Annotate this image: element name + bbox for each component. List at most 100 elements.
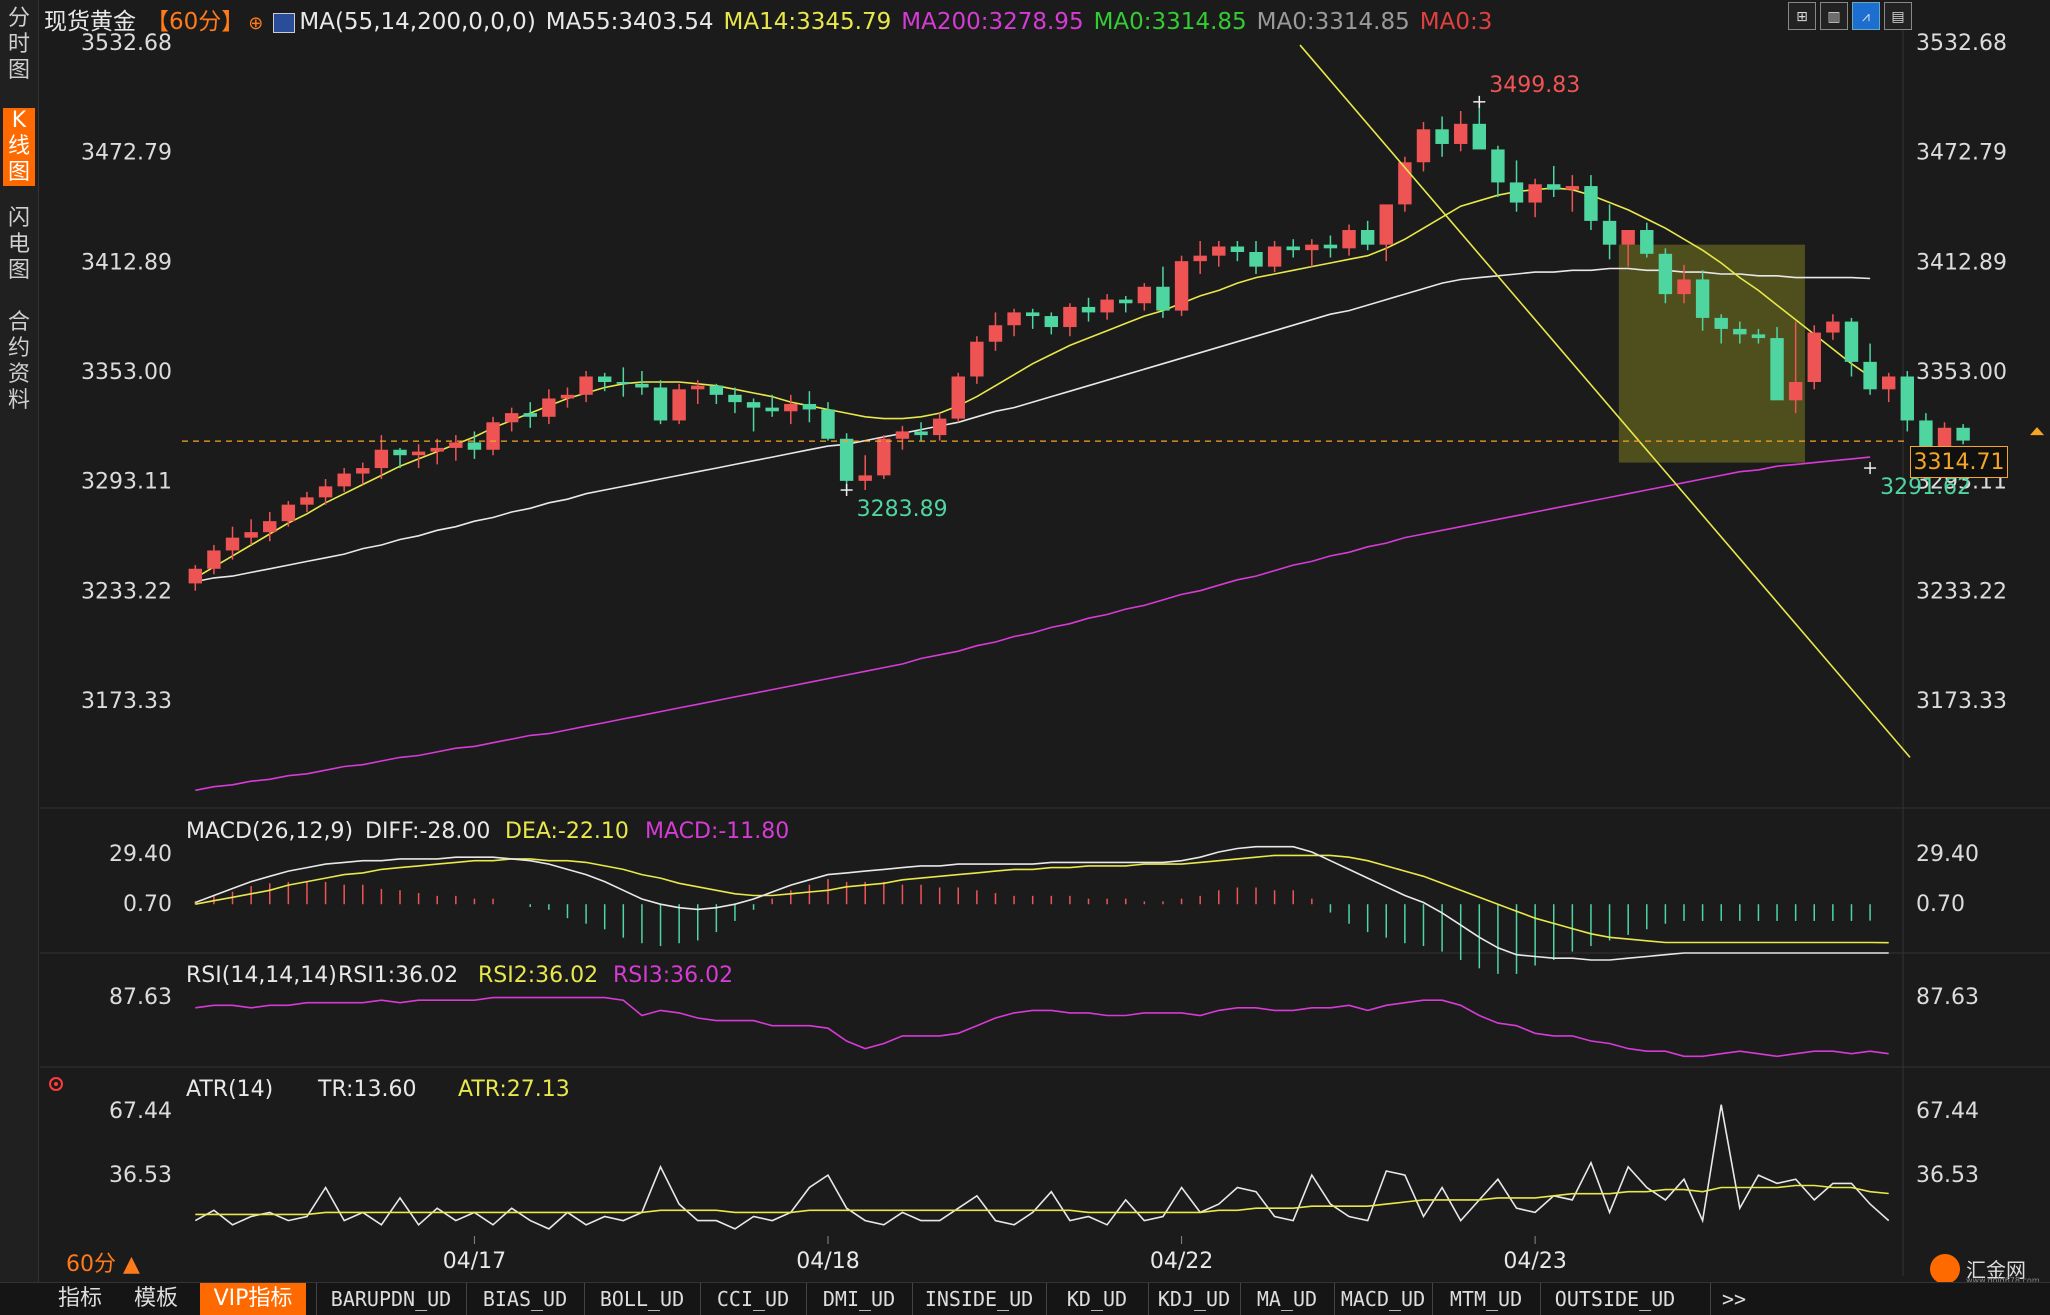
candle-body xyxy=(932,418,947,436)
indicator-tab-inside_ud[interactable]: INSIDE_UD xyxy=(912,1283,1045,1315)
candle-body xyxy=(467,442,482,450)
candle-body xyxy=(1230,246,1245,252)
y-tick-left: 3293.11 xyxy=(81,470,172,495)
indicator-tab-cci_ud[interactable]: CCI_UD xyxy=(700,1283,805,1315)
y-tick-left: 3532.68 xyxy=(81,31,172,56)
indicator-tab-boll_ud[interactable]: BOLL_UD xyxy=(584,1283,699,1315)
candle-body xyxy=(1770,338,1784,401)
candle-body xyxy=(1119,299,1133,304)
candle-body xyxy=(393,449,407,456)
indicator-tab-指标[interactable]: 指标 xyxy=(52,1283,108,1315)
candle-body xyxy=(635,383,649,388)
logo-icon xyxy=(1930,1254,1960,1284)
candle-body xyxy=(244,532,258,538)
indicator-tab-barupdn_ud[interactable]: BARUPDN_UD xyxy=(316,1283,465,1315)
indicator-tab-macd_ud[interactable]: MACD_UD xyxy=(1334,1283,1431,1315)
atr-y-tick-right: 36.53 xyxy=(1916,1163,1979,1188)
atr-title: ATR(14) xyxy=(186,1077,273,1102)
candle-body xyxy=(1007,312,1021,326)
candle-body xyxy=(337,473,351,487)
macd-y-tick-right: 29.40 xyxy=(1916,842,1979,867)
more-tabs-button[interactable]: >> xyxy=(1710,1283,1757,1315)
extreme-price-label: 3499.83 xyxy=(1489,73,1580,98)
extreme-price-label: 3283.89 xyxy=(857,497,948,522)
y-tick-left: 3233.22 xyxy=(81,579,172,604)
atr-legend-1: ATR:27.13 xyxy=(458,1077,570,1102)
candle-body xyxy=(1844,321,1859,362)
candle-body xyxy=(1547,184,1561,190)
y-tick-right: 3233.22 xyxy=(1916,579,2007,604)
current-price-tag: 3314.71 xyxy=(1910,446,2008,478)
candle-body xyxy=(281,504,296,522)
macd-legend-1: DEA:-22.10 xyxy=(505,819,629,844)
macd-y-tick-right: 0.70 xyxy=(1916,892,1965,917)
y-tick-left: 3412.89 xyxy=(81,250,172,275)
y-tick-left: 3353.00 xyxy=(81,360,172,385)
candle-body xyxy=(1453,123,1468,144)
candle-body xyxy=(858,475,872,481)
candle-body xyxy=(951,376,965,419)
chart-window: 分时图K线图闪电图合约资料 现货黄金 【60分】 ⊕ MA(55,14,200,0,0… xyxy=(0,0,2050,1315)
candle-body xyxy=(579,376,593,395)
candle-body xyxy=(1900,376,1915,421)
candle-body xyxy=(449,442,463,448)
candle-body xyxy=(542,398,556,417)
candle-body xyxy=(1156,286,1170,311)
candle-body xyxy=(430,447,444,452)
candle-body xyxy=(1063,306,1077,328)
price-marker-icon xyxy=(2030,427,2044,436)
dea-line xyxy=(195,854,1889,944)
rsi-legend-1: RSI2:36.02 xyxy=(478,963,598,988)
y-tick-right: 3532.68 xyxy=(1916,31,2007,56)
candle-body xyxy=(616,381,631,384)
candle-body xyxy=(1788,381,1803,401)
candle-body xyxy=(914,431,928,436)
candle-body xyxy=(1342,230,1356,249)
candle-body xyxy=(709,385,724,395)
indicator-tab-bar: 指标 模板 VIP指标 BARUPDN_UD BIAS_UD BOLL_UD CCI_UD D… xyxy=(0,1282,2050,1315)
candle-body xyxy=(1025,312,1040,317)
indicator-tab-kd_ud[interactable]: KD_UD xyxy=(1046,1283,1147,1315)
candle-body xyxy=(486,422,500,450)
y-tick-right: 3472.79 xyxy=(1916,141,2007,166)
indicator-tab-dmi_ud[interactable]: DMI_UD xyxy=(806,1283,911,1315)
x-date-label: 04/23 xyxy=(1503,1249,1566,1274)
candle-body xyxy=(1379,204,1393,245)
candle-body xyxy=(1751,334,1766,339)
candle-body xyxy=(1584,186,1598,221)
candle-body xyxy=(1714,317,1728,329)
atr-y-tick-right: 67.44 xyxy=(1916,1099,1979,1124)
indicator-tab-bias_ud[interactable]: BIAS_UD xyxy=(466,1283,583,1315)
x-date-label: 04/18 xyxy=(796,1249,859,1274)
y-tick-left: 3173.33 xyxy=(81,689,172,714)
candle-body xyxy=(597,376,612,382)
indicator-tab-outside_ud[interactable]: OUTSIDE_UD xyxy=(1540,1283,1689,1315)
macd-legend-0: DIFF:-28.00 xyxy=(365,819,490,844)
chart-canvas[interactable]: 3532.68 3532.68 3472.79 3472.79 3412.89 3412.… xyxy=(0,0,2050,1282)
macd-y-tick-left: 29.40 xyxy=(109,842,172,867)
rsi-line xyxy=(195,996,1889,1058)
candle-body xyxy=(653,387,668,421)
indicator-tab-ma_ud[interactable]: MA_UD xyxy=(1240,1283,1333,1315)
candle-body xyxy=(1509,182,1524,203)
candle-body xyxy=(1193,255,1207,262)
macd-y-tick-left: 0.70 xyxy=(123,892,172,917)
candle-body xyxy=(1956,427,1970,441)
indicator-tab-vip指标[interactable]: VIP指标 xyxy=(200,1283,306,1315)
candle-body xyxy=(374,449,389,469)
candle-body xyxy=(839,438,854,481)
candle-body xyxy=(188,568,203,584)
candle-body xyxy=(877,438,891,476)
candle-body xyxy=(1249,251,1263,267)
period-selector[interactable]: 60分 ▲ xyxy=(66,1246,140,1278)
candle-body xyxy=(802,403,817,410)
indicator-tab-mtm_ud[interactable]: MTM_UD xyxy=(1432,1283,1539,1315)
indicator-tab-模板[interactable]: 模板 xyxy=(126,1283,186,1315)
candle-body xyxy=(1435,129,1449,144)
y-tick-left: 3472.79 xyxy=(81,141,172,166)
indicator-tab-kdj_ud[interactable]: KDJ_UD xyxy=(1148,1283,1239,1315)
candle-body xyxy=(1472,123,1487,150)
candle-body xyxy=(691,385,705,390)
candle-body xyxy=(1863,361,1877,390)
candle-body xyxy=(1695,279,1710,318)
